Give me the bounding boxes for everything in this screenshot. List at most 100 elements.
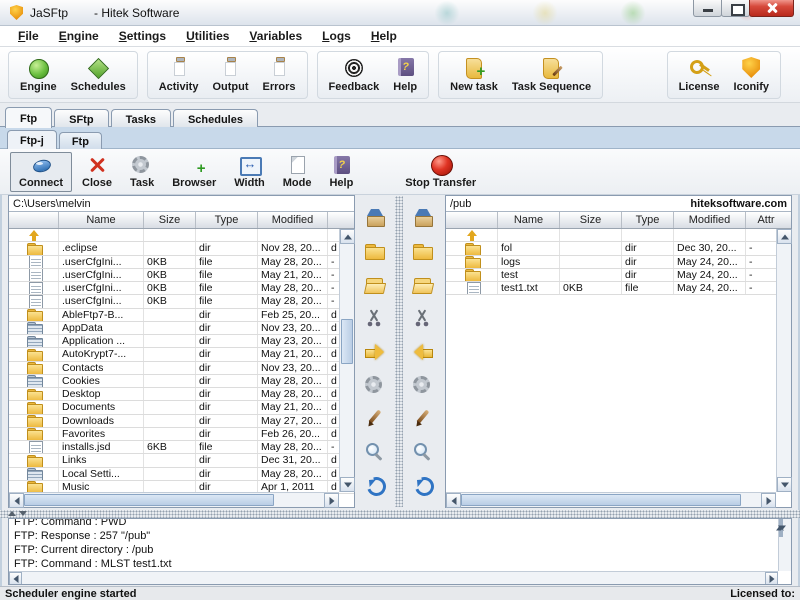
file-row[interactable]: Contacts dir Nov 23, 20... d xyxy=(9,362,354,375)
minimize-button[interactable] xyxy=(693,0,722,17)
toolbar-button[interactable]: New task xyxy=(443,55,505,95)
panel-tool-button[interactable] xyxy=(410,373,436,397)
column-header[interactable]: Size xyxy=(560,212,622,228)
column-header[interactable]: Type xyxy=(196,212,258,228)
file-row[interactable]: Cookies dir May 28, 20... d xyxy=(9,375,354,388)
panel-tool-button[interactable] xyxy=(362,473,388,497)
file-row[interactable]: test1.txt 0KB file May 24, 20... - xyxy=(446,282,791,295)
main-tab[interactable]: SFtp xyxy=(54,109,108,129)
column-header[interactable]: Name xyxy=(498,212,560,228)
panel-tool-button[interactable] xyxy=(362,440,388,464)
file-row[interactable]: AbleFtp7-B... dir Feb 25, 20... d xyxy=(9,309,354,322)
column-header[interactable]: Modified xyxy=(258,212,328,228)
ftp-toolbar-button[interactable]: Task xyxy=(122,153,162,191)
file-row[interactable]: logs dir May 24, 20... - xyxy=(446,256,791,269)
close-window-button[interactable] xyxy=(749,0,794,17)
column-header[interactable]: Size xyxy=(144,212,196,228)
menu-item[interactable]: Settings xyxy=(109,27,176,45)
scroll-down-button[interactable] xyxy=(777,477,792,492)
panel-tool-button[interactable] xyxy=(362,340,388,364)
panel-tool-button[interactable] xyxy=(410,206,436,230)
scrollbar-thumb[interactable] xyxy=(24,494,274,506)
toolbar-button[interactable]: Help xyxy=(386,55,424,95)
ftp-toolbar-button[interactable]: Browser xyxy=(164,153,224,191)
toolbar-button[interactable]: Iconify xyxy=(727,55,776,95)
file-row[interactable]: .userCfgIni... 0KB file May 28, 20... - xyxy=(9,295,354,308)
column-header[interactable] xyxy=(446,212,498,228)
menu-item[interactable]: Help xyxy=(361,27,407,45)
column-header[interactable]: Name xyxy=(59,212,144,228)
scroll-up-button[interactable] xyxy=(340,229,355,244)
panel-tool-button[interactable] xyxy=(410,340,436,364)
file-row[interactable]: .userCfgIni... 0KB file May 28, 20... - xyxy=(9,256,354,269)
splitter-expand-icon[interactable] xyxy=(8,511,16,516)
panel-tool-button[interactable] xyxy=(410,306,436,330)
panel-tool-button[interactable] xyxy=(362,239,388,263)
scroll-left-button[interactable] xyxy=(9,493,24,508)
toolbar-button[interactable]: Errors xyxy=(256,55,303,95)
file-row[interactable]: Links dir Dec 31, 20... d xyxy=(9,454,354,467)
panel-tool-button[interactable] xyxy=(362,206,388,230)
column-header[interactable]: Type xyxy=(622,212,674,228)
sub-tab[interactable]: Ftp xyxy=(59,132,102,150)
file-row[interactable]: installs.jsd 6KB file May 28, 20... - xyxy=(9,441,354,454)
file-row[interactable]: .userCfgIni... 0KB file May 21, 20... - xyxy=(9,269,354,282)
ftp-toolbar-button[interactable]: Connect xyxy=(10,152,72,192)
column-header[interactable] xyxy=(328,212,341,228)
scroll-left-button[interactable] xyxy=(446,493,461,508)
menu-item[interactable]: Variables xyxy=(239,27,312,45)
column-header[interactable]: Modified xyxy=(674,212,746,228)
scroll-down-button[interactable] xyxy=(340,477,355,492)
panel-tool-button[interactable] xyxy=(410,406,436,430)
sub-tab[interactable]: Ftp-j xyxy=(7,130,57,149)
main-tab[interactable]: Schedules xyxy=(173,109,258,129)
column-header[interactable] xyxy=(9,212,59,228)
file-row[interactable]: Favorites dir Feb 26, 20... d xyxy=(9,428,354,441)
panel-tool-button[interactable] xyxy=(362,406,388,430)
file-row[interactable]: test dir May 24, 20... - xyxy=(446,269,791,282)
scroll-down-button[interactable] xyxy=(781,518,783,537)
file-row[interactable]: .userCfgIni... 0KB file May 28, 20... - xyxy=(9,282,354,295)
panel-splitter[interactable] xyxy=(395,196,403,507)
local-horizontal-scrollbar[interactable] xyxy=(9,492,339,507)
file-row[interactable]: Downloads dir May 27, 20... d xyxy=(9,415,354,428)
toolbar-button[interactable]: Task Sequence xyxy=(505,55,598,95)
splitter-collapse-icon[interactable] xyxy=(19,511,27,516)
file-row[interactable]: fol dir Dec 30, 20... - xyxy=(446,242,791,255)
file-row[interactable] xyxy=(9,229,354,242)
scroll-right-button[interactable] xyxy=(761,493,776,508)
column-header[interactable]: Attr xyxy=(746,212,786,228)
scrollbar-thumb[interactable] xyxy=(461,494,741,506)
scroll-up-button[interactable] xyxy=(777,229,792,244)
panel-tool-button[interactable] xyxy=(410,473,436,497)
panel-tool-button[interactable] xyxy=(362,306,388,330)
maximize-button[interactable] xyxy=(721,0,750,17)
toolbar-button[interactable]: Schedules xyxy=(64,55,133,95)
remote-vertical-scrollbar[interactable] xyxy=(776,229,791,492)
remote-horizontal-scrollbar[interactable] xyxy=(446,492,776,507)
ftp-toolbar-button[interactable]: Close xyxy=(74,153,120,191)
file-row[interactable]: Desktop dir May 28, 20... d xyxy=(9,388,354,401)
title-bar[interactable]: JaSFtp - Hitek Software xyxy=(0,0,800,26)
log-vertical-scrollbar[interactable] xyxy=(778,519,791,571)
panel-tool-button[interactable] xyxy=(410,273,436,297)
ftp-toolbar-button[interactable]: Width xyxy=(226,153,272,191)
toolbar-button[interactable]: Output xyxy=(205,55,255,95)
main-tab[interactable]: Tasks xyxy=(111,109,171,129)
file-row[interactable]: Local Setti... dir May 28, 20... d xyxy=(9,468,354,481)
menu-item[interactable]: Logs xyxy=(312,27,361,45)
stop-transfer-button[interactable]: Stop Transfer xyxy=(397,153,484,191)
panel-tool-button[interactable] xyxy=(362,273,388,297)
ftp-toolbar-button[interactable]: Help xyxy=(321,153,361,191)
toolbar-button[interactable]: Activity xyxy=(152,55,206,95)
local-vertical-scrollbar[interactable] xyxy=(339,229,354,492)
file-row[interactable]: Documents dir May 21, 20... d xyxy=(9,401,354,414)
main-tab[interactable]: Ftp xyxy=(5,107,52,128)
file-row[interactable] xyxy=(446,229,791,242)
scroll-right-button[interactable] xyxy=(324,493,339,508)
scroll-right-button[interactable] xyxy=(765,572,778,585)
panel-tool-button[interactable] xyxy=(362,373,388,397)
ftp-toolbar-button[interactable]: Mode xyxy=(275,153,320,191)
file-row[interactable]: Application ... dir May 23, 20... d xyxy=(9,335,354,348)
toolbar-button[interactable]: Feedback xyxy=(322,55,387,95)
